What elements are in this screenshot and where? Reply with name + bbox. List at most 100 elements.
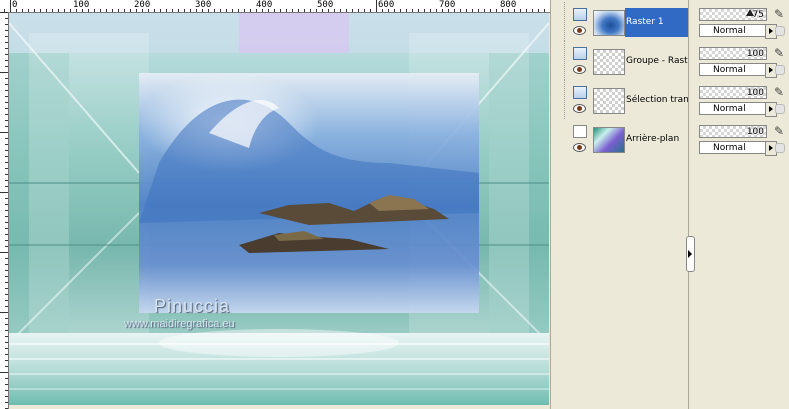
group-layer-icon [573,47,587,60]
ruler-tick [406,9,407,12]
ruler-tick [5,306,8,307]
ruler-tick [5,294,8,295]
ruler-tick [298,9,299,12]
ruler-tick [5,360,8,361]
ruler-tick [22,9,23,12]
blend-mode-select[interactable]: Normal [699,63,777,78]
ruler-tick [5,390,8,391]
ruler-tick [70,9,71,12]
ruler-tick [520,9,521,12]
ruler-tick [5,282,8,283]
layer-row-selection[interactable]: Sélection transformée [556,80,688,119]
ruler-tick [0,372,8,373]
lock-icon[interactable] [775,65,785,75]
opacity-slider[interactable]: 75 [699,8,767,21]
layer-name[interactable]: Groupe - Raster 1 [625,47,688,76]
ruler-tick [412,9,413,12]
ruler-tick [5,384,8,385]
ruler-tick [5,186,8,187]
ruler-tick [160,9,161,12]
ruler-tick [10,0,11,12]
opacity-slider[interactable]: 100 [699,86,767,99]
layer-list: Raster 1 Groupe - Raster 1 Sélection tra… [556,0,695,409]
pencil-icon[interactable]: ✎ [773,124,785,138]
ruler-tick [5,198,8,199]
ruler-tick [130,9,131,12]
eye-icon[interactable] [573,104,586,113]
ruler-tick [52,9,53,12]
ruler-tick [5,396,8,397]
ruler-tick [244,9,245,12]
ruler-tick [490,9,491,12]
ruler-tick [5,48,8,49]
blend-mode-select[interactable]: Normal [699,24,777,39]
ruler-tick [5,354,8,355]
layer-row-background[interactable]: Arrière-plan [556,119,688,158]
layer-controls: 100 Normal ✎ [699,80,789,119]
eye-icon[interactable] [573,65,586,74]
ruler-tick [106,9,107,12]
layer-controls: 75 Normal ✎ [699,2,789,41]
ruler-label: 500 [317,0,334,10]
ruler-tick [5,336,8,337]
ruler-tick [5,342,8,343]
ruler-tick [304,9,305,12]
ruler-tick [5,264,8,265]
watermark: Pinuccia www.maidiregrafica.eu [124,296,235,330]
ruler-tick [400,9,401,12]
ruler-tick [460,9,461,12]
ruler-tick [5,330,8,331]
raster-layer-icon [573,86,587,99]
ruler-tick [5,78,8,79]
layer-row-group[interactable]: Groupe - Raster 1 [556,41,688,80]
ruler-tick [370,9,371,12]
ruler-tick [46,9,47,12]
ruler-tick [0,312,8,313]
ruler-tick [5,30,8,31]
blend-mode-select[interactable]: Normal [699,102,777,117]
ruler-tick [5,234,8,235]
ruler-tick [544,9,545,12]
layer-name[interactable]: Arrière-plan [625,125,688,154]
ruler-tick [94,9,95,12]
ruler-tick [5,324,8,325]
horizontal-ruler: 0 100 200 300 400 500 600 700 800 [0,0,550,13]
ruler-tick [250,9,251,12]
ruler-tick [5,240,8,241]
lock-icon[interactable] [775,104,785,114]
pencil-icon[interactable]: ✎ [773,7,785,21]
ruler-tick [5,150,8,151]
ruler-tick [5,402,8,403]
pencil-icon[interactable]: ✎ [773,85,785,99]
ruler-tick [5,18,8,19]
lock-icon[interactable] [775,26,785,36]
layer-thumbnail [593,88,625,114]
ruler-label: 100 [73,0,90,10]
ruler-tick [418,9,419,12]
opacity-marker[interactable] [746,9,754,16]
layer-thumbnail [593,127,625,153]
opacity-slider[interactable]: 100 [699,125,767,138]
layer-name[interactable]: Raster 1 [625,8,688,37]
layer-row-raster-1[interactable]: Raster 1 [556,2,688,41]
ruler-tick [5,318,8,319]
ruler-tick [34,9,35,12]
eye-icon[interactable] [573,143,586,152]
background-layer-icon [573,125,587,138]
opacity-slider[interactable]: 100 [699,47,767,60]
ruler-tick [118,9,119,12]
lock-icon[interactable] [775,143,785,153]
blend-mode-select[interactable]: Normal [699,141,777,156]
layer-name-text: Groupe - Raster 1 [626,56,688,66]
ruler-tick [5,210,8,211]
ruler-tick [5,348,8,349]
ruler-tick [5,126,8,127]
ruler-tick [220,9,221,12]
image-canvas[interactable]: Pinuccia www.maidiregrafica.eu [9,13,549,405]
pencil-icon[interactable]: ✎ [773,46,785,60]
eye-icon[interactable] [573,26,586,35]
ruler-tick [5,108,8,109]
layer-name[interactable]: Sélection transformée [625,86,688,115]
ruler-tick [466,9,467,12]
ruler-tick [214,9,215,12]
